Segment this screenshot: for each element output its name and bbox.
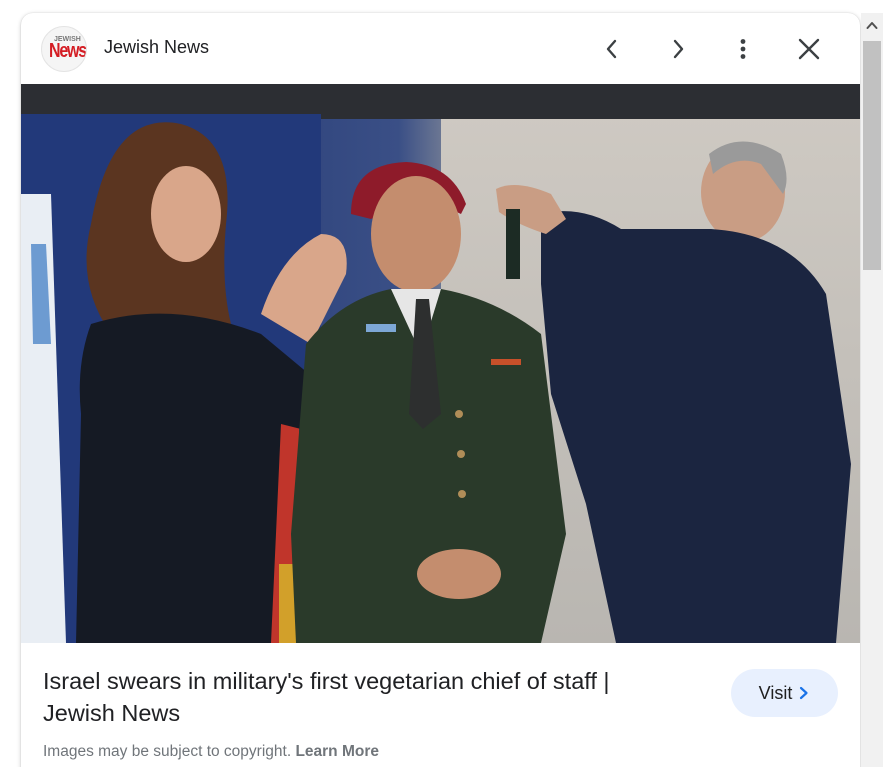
logo-main-text: News: [49, 40, 86, 62]
next-image-button[interactable]: [656, 27, 700, 71]
result-title[interactable]: Israel swears in military's first vegeta…: [43, 665, 683, 729]
chevron-right-icon: [800, 686, 808, 700]
close-button[interactable]: [787, 27, 831, 71]
scrollbar-thumb[interactable]: [863, 41, 881, 270]
site-name[interactable]: Jewish News: [104, 37, 209, 58]
vertical-scrollbar[interactable]: [861, 13, 883, 767]
more-options-button[interactable]: [721, 27, 765, 71]
ceremony-photo: [21, 84, 860, 643]
image-viewer-screen: JEWISH News Jewish News Israel swears in…: [0, 0, 883, 767]
preview-image[interactable]: [21, 84, 860, 643]
previous-image-button[interactable]: [590, 27, 634, 71]
chevron-left-icon: [606, 39, 617, 59]
close-icon: [798, 38, 820, 60]
chevron-right-icon: [673, 39, 684, 59]
visit-button[interactable]: Visit: [731, 669, 838, 717]
scroll-up-button[interactable]: [861, 13, 883, 37]
panel-header: JEWISH News Jewish News: [21, 13, 860, 84]
site-logo[interactable]: JEWISH News: [41, 26, 87, 72]
image-preview-panel: JEWISH News Jewish News Israel swears in…: [21, 13, 860, 767]
chevron-up-icon: [866, 22, 878, 29]
learn-more-link[interactable]: Learn More: [295, 743, 379, 760]
more-vert-icon: [740, 39, 746, 59]
copyright-text: Images may be subject to copyright.: [43, 743, 292, 760]
copyright-notice: Images may be subject to copyright. Lear…: [43, 743, 379, 761]
visit-label: Visit: [758, 682, 793, 703]
